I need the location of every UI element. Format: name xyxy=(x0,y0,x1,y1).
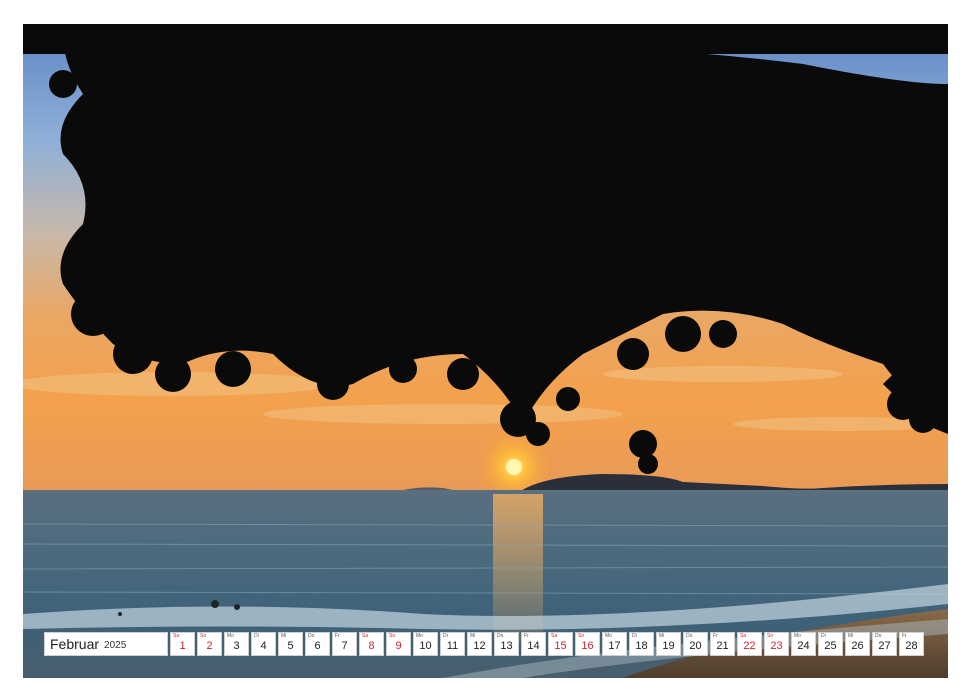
day-cell: Sa 15 xyxy=(548,632,573,656)
weekday-label: Sa xyxy=(740,633,747,639)
day-cell: Mi 26 xyxy=(845,632,870,656)
month-name: Februar xyxy=(50,636,100,652)
day-number: 12 xyxy=(473,640,486,652)
day-number: 19 xyxy=(662,640,675,652)
day-cell: Mo 10 xyxy=(413,632,438,656)
day-number: 23 xyxy=(770,640,783,652)
weekday-label: Sa xyxy=(173,633,180,639)
weekday-label: So xyxy=(200,633,207,639)
day-cell: Sa 22 xyxy=(737,632,762,656)
calendar-strip: Februar 2025 Sa 1 So 2 Mo 3 Di 4 Mi 5 Do 6 Fr 7 Sa 8 So 9… xyxy=(44,632,924,656)
day-number: 7 xyxy=(341,640,348,652)
day-number: 24 xyxy=(797,640,810,652)
day-number: 2 xyxy=(206,640,213,652)
day-cell: Do 27 xyxy=(872,632,897,656)
day-number: 9 xyxy=(395,640,402,652)
day-cell: Do 13 xyxy=(494,632,519,656)
day-number: 1 xyxy=(179,640,186,652)
weekday-label: Di xyxy=(254,633,259,639)
day-cell: Sa 1 xyxy=(170,632,195,656)
month-label-box: Februar 2025 xyxy=(44,632,168,656)
day-number: 4 xyxy=(260,640,267,652)
weekday-label: Do xyxy=(497,633,504,639)
day-number: 28 xyxy=(905,640,918,652)
day-cell: Fr 14 xyxy=(521,632,546,656)
day-cell: Di 11 xyxy=(440,632,465,656)
day-cell: Mi 5 xyxy=(278,632,303,656)
day-cell: Mi 12 xyxy=(467,632,492,656)
weekday-label: Sa xyxy=(362,633,369,639)
weekday-label: Fr xyxy=(713,633,718,639)
weekday-label: Mi xyxy=(659,633,665,639)
weekday-label: Di xyxy=(443,633,448,639)
day-number: 11 xyxy=(446,640,459,652)
day-number: 8 xyxy=(368,640,375,652)
weekday-label: Mi xyxy=(281,633,287,639)
day-number: 18 xyxy=(635,640,648,652)
weekday-label: Mi xyxy=(470,633,476,639)
day-number: 22 xyxy=(743,640,756,652)
day-cell: Mo 3 xyxy=(224,632,249,656)
day-cell: Mi 19 xyxy=(656,632,681,656)
day-cell: So 2 xyxy=(197,632,222,656)
day-number: 13 xyxy=(500,640,513,652)
day-cell: Fr 7 xyxy=(332,632,357,656)
day-number: 25 xyxy=(824,640,837,652)
weekday-label: Do xyxy=(686,633,693,639)
day-number: 27 xyxy=(878,640,891,652)
day-cell: Do 6 xyxy=(305,632,330,656)
day-cell: Do 20 xyxy=(683,632,708,656)
calendar-photo xyxy=(23,24,948,678)
day-number: 10 xyxy=(419,640,432,652)
day-number: 17 xyxy=(608,640,621,652)
day-cell: So 23 xyxy=(764,632,789,656)
weekday-label: So xyxy=(578,633,585,639)
day-cell: Fr 28 xyxy=(899,632,924,656)
day-number: 6 xyxy=(314,640,321,652)
month-year: 2025 xyxy=(104,639,127,651)
day-cell: So 16 xyxy=(575,632,600,656)
day-cell: Di 18 xyxy=(629,632,654,656)
day-cell: Mo 17 xyxy=(602,632,627,656)
weekday-label: Fr xyxy=(524,633,529,639)
day-number: 20 xyxy=(689,640,702,652)
weekday-label: Mo xyxy=(416,633,423,639)
day-number: 15 xyxy=(554,640,567,652)
day-number: 21 xyxy=(716,640,729,652)
day-cell: Sa 8 xyxy=(359,632,384,656)
weekday-label: Fr xyxy=(902,633,907,639)
weekday-label: Di xyxy=(632,633,637,639)
weekday-label: So xyxy=(767,633,774,639)
day-number: 16 xyxy=(581,640,594,652)
day-number: 14 xyxy=(527,640,540,652)
weekday-label: Do xyxy=(875,633,882,639)
weekday-label: Sa xyxy=(551,633,558,639)
day-number: 26 xyxy=(851,640,864,652)
weekday-label: Mo xyxy=(605,633,612,639)
weekday-label: Fr xyxy=(335,633,340,639)
day-cell: Di 4 xyxy=(251,632,276,656)
day-cell: Mo 24 xyxy=(791,632,816,656)
day-number: 3 xyxy=(233,640,240,652)
weekday-label: Mi xyxy=(848,633,854,639)
day-cell: Di 25 xyxy=(818,632,843,656)
weekday-label: Mo xyxy=(794,633,801,639)
weekday-label: Mo xyxy=(227,633,234,639)
weekday-label: Do xyxy=(308,633,315,639)
day-cell: Fr 21 xyxy=(710,632,735,656)
day-number: 5 xyxy=(287,640,294,652)
weekday-label: Di xyxy=(821,633,826,639)
day-cell: So 9 xyxy=(386,632,411,656)
weekday-label: So xyxy=(389,633,396,639)
